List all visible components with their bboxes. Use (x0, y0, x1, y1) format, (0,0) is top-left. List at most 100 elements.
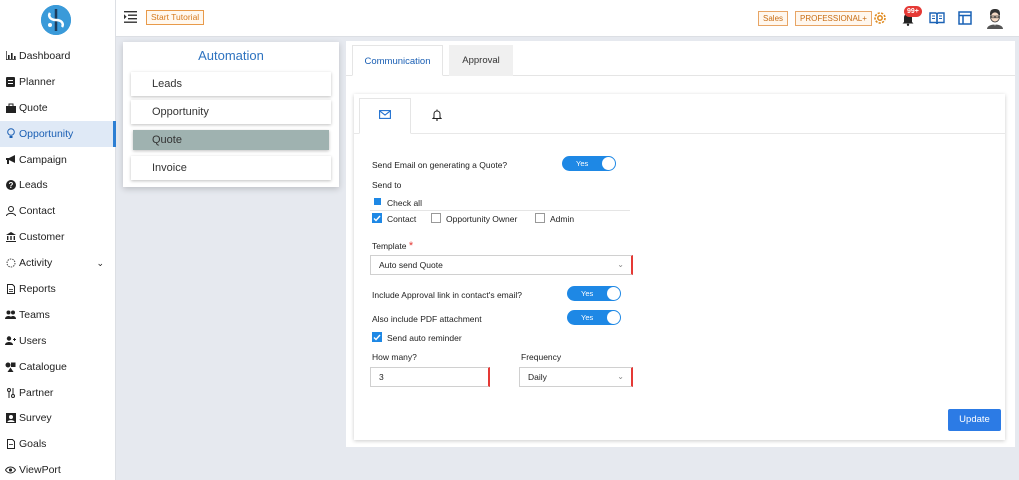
sidebar-item-activity[interactable]: Activity ⌄ (0, 250, 116, 276)
sidebar-item-opportunity[interactable]: Opportunity (0, 120, 116, 147)
sidebar-item-campaign[interactable]: Campaign (0, 147, 116, 173)
pdf-attachment-toggle[interactable]: Yes (567, 310, 621, 325)
sidebar-item-label: Customer (19, 231, 65, 244)
sidebar-item-label: Teams (19, 308, 50, 321)
partner-icon (5, 387, 16, 398)
top-bar: Start Tutorial Sales PROFESSIONAL+ 99+ (116, 0, 1019, 37)
toggle-knob (607, 287, 620, 300)
sidebar-item-dashboard[interactable]: Dashboard (0, 43, 116, 69)
channel-tabs (354, 94, 1005, 134)
template-value: Auto send Quote (379, 260, 443, 270)
sidebar-item-label: Contact (19, 205, 56, 218)
bell-outline-icon (431, 109, 443, 124)
send-to-label: Send to (372, 180, 402, 190)
template-label-text: Template (372, 241, 407, 251)
automation-item-leads[interactable]: Leads (131, 72, 331, 96)
sidebar-item-teams[interactable]: Teams (0, 302, 116, 328)
opportunity-owner-checkbox[interactable] (431, 213, 441, 223)
toggle-label: Yes (581, 289, 594, 298)
automation-title: Automation (198, 48, 264, 63)
communication-card: Send Email on generating a Quote? Yes Se… (354, 94, 1005, 440)
team-icon (5, 309, 16, 320)
eye-icon (5, 465, 16, 476)
envelope-icon (379, 110, 391, 122)
automation-panel: Automation Leads Opportunity Quote Invoi… (123, 42, 339, 187)
sidebar-item-contact[interactable]: Contact (0, 198, 116, 224)
app-logo[interactable] (41, 5, 71, 35)
start-tutorial-button[interactable]: Start Tutorial (146, 10, 205, 25)
opportunity-owner-label: Opportunity Owner (446, 214, 518, 224)
email-tab[interactable] (359, 98, 411, 134)
person-icon (5, 206, 16, 217)
send-email-toggle[interactable]: Yes (562, 156, 616, 171)
contact-label: Contact (387, 214, 417, 224)
tab-approval[interactable]: Approval (449, 45, 513, 76)
automation-item-invoice[interactable]: Invoice (131, 156, 331, 180)
layout-icon[interactable] (956, 9, 974, 27)
sidebar-item-leads[interactable]: ? Leads (0, 172, 116, 198)
sidebar-nav: Dashboard Planner Quote Opportunity Camp… (0, 43, 116, 480)
template-select[interactable]: Auto send Quote ⌄ (370, 255, 633, 275)
update-button[interactable]: Update (948, 409, 1001, 431)
auto-reminder-checkbox[interactable] (372, 332, 382, 342)
menu-toggle-icon[interactable] (124, 11, 137, 23)
frequency-select[interactable]: Daily ⌄ (519, 367, 633, 387)
notification-badge: 99+ (904, 6, 922, 17)
divider (370, 210, 630, 211)
sidebar-item-label: Quote (19, 101, 48, 114)
check-all-checkbox[interactable] (374, 198, 381, 205)
notification-tab[interactable] (411, 98, 463, 134)
shapes-icon (5, 361, 16, 372)
sidebar-item-catalogue[interactable]: Catalogue (0, 354, 116, 380)
auto-reminder-label: Send auto reminder (387, 333, 462, 343)
sun-icon (5, 258, 16, 269)
sidebar-item-users[interactable]: Users (0, 328, 116, 354)
sidebar-item-survey[interactable]: Survey (0, 405, 116, 431)
sidebar-item-partner[interactable]: Partner (0, 380, 116, 406)
automation-item-quote[interactable]: Quote (133, 130, 329, 150)
chevron-down-icon: ⌄ (617, 372, 624, 381)
sidebar-item-goals[interactable]: Goals (0, 431, 116, 457)
user-add-icon (5, 335, 16, 346)
sidebar: Dashboard Planner Quote Opportunity Camp… (0, 0, 116, 480)
sidebar-item-customer[interactable]: Customer (0, 224, 116, 250)
avatar[interactable] (985, 7, 1005, 29)
sidebar-item-label: Leads (19, 179, 48, 192)
main-content: Communication Approval Send Email on gen… (346, 41, 1015, 447)
chevron-down-icon: ⌄ (617, 260, 624, 269)
sidebar-item-label: Reports (19, 282, 56, 295)
sidebar-item-label: Campaign (19, 153, 67, 166)
contact-checkbox[interactable] (372, 213, 382, 223)
pdf-attachment-label: Also include PDF attachment (372, 314, 482, 324)
sidebar-item-label: Dashboard (19, 49, 71, 62)
admin-label: Admin (550, 214, 575, 224)
toggle-knob (602, 157, 615, 170)
sidebar-item-label: Catalogue (19, 360, 67, 373)
sidebar-item-label: Activity (19, 257, 53, 270)
svg-text:?: ? (8, 181, 13, 190)
tab-communication[interactable]: Communication (352, 45, 443, 76)
sidebar-item-label: Planner (19, 75, 56, 88)
sales-tag[interactable]: Sales (758, 11, 789, 26)
admin-checkbox[interactable] (535, 213, 545, 223)
bag-icon (5, 102, 16, 113)
chevron-down-icon[interactable]: ⌄ (96, 258, 104, 269)
sidebar-item-label: Opportunity (19, 127, 74, 140)
plan-tag[interactable]: PROFESSIONAL+ (795, 11, 872, 26)
bank-icon (5, 232, 16, 243)
template-label: Template * (372, 240, 413, 252)
sidebar-item-planner[interactable]: Planner (0, 69, 116, 95)
how-many-input[interactable]: 3 (370, 367, 490, 387)
automation-item-opportunity[interactable]: Opportunity (131, 100, 331, 124)
send-email-label: Send Email on generating a Quote? (372, 160, 508, 170)
sidebar-item-label: Partner (19, 386, 54, 399)
sidebar-item-reports[interactable]: Reports (0, 276, 116, 302)
approval-link-label: Include Approval link in contact's email… (372, 290, 522, 300)
toggle-label: Yes (581, 313, 594, 322)
approval-link-toggle[interactable]: Yes (567, 286, 621, 301)
book-icon[interactable] (928, 9, 946, 27)
sidebar-item-viewport[interactable]: ViewPort (0, 457, 116, 480)
sidebar-item-quote[interactable]: Quote (0, 95, 116, 121)
chart-icon (5, 50, 16, 61)
gear-icon[interactable] (871, 9, 889, 27)
